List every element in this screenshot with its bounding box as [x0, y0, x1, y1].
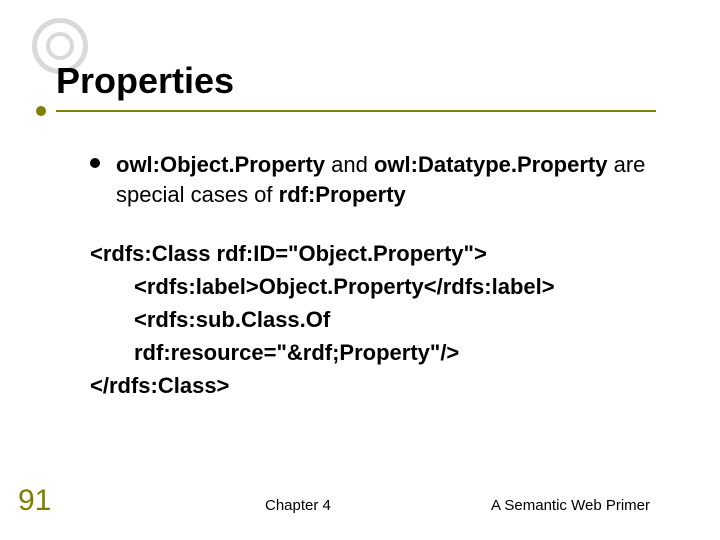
title-rule-dot — [36, 106, 46, 116]
slide: Properties owl:Object.Property and owl:D… — [0, 0, 720, 540]
bullet-icon — [90, 158, 100, 168]
code-line: <rdfs:sub.Class.Of rdf:resource="&rdf;Pr… — [90, 303, 660, 369]
bold-term-2: owl:Datatype.Property — [374, 152, 608, 177]
footer-book-title: A Semantic Web Primer — [491, 497, 650, 514]
content-area: owl:Object.Property and owl:Datatype.Pro… — [90, 150, 660, 402]
text-span: and — [325, 152, 374, 177]
code-line: <rdfs:label>Object.Property</rdfs:label> — [90, 270, 660, 303]
bold-term-1: owl:Object.Property — [116, 152, 325, 177]
ornament-inner-circle — [46, 32, 74, 60]
bullet-text: owl:Object.Property and owl:Datatype.Pro… — [116, 150, 660, 209]
code-block: <rdfs:Class rdf:ID="Object.Property"> <r… — [90, 237, 660, 402]
bold-term-3: rdf:Property — [279, 182, 406, 207]
slide-title: Properties — [56, 60, 234, 102]
bullet-item: owl:Object.Property and owl:Datatype.Pro… — [90, 150, 660, 209]
footer-chapter: Chapter 4 — [265, 497, 331, 514]
code-line: <rdfs:Class rdf:ID="Object.Property"> — [90, 241, 487, 266]
code-line: </rdfs:Class> — [90, 373, 229, 398]
title-rule — [56, 110, 656, 112]
page-number: 91 — [18, 484, 51, 518]
